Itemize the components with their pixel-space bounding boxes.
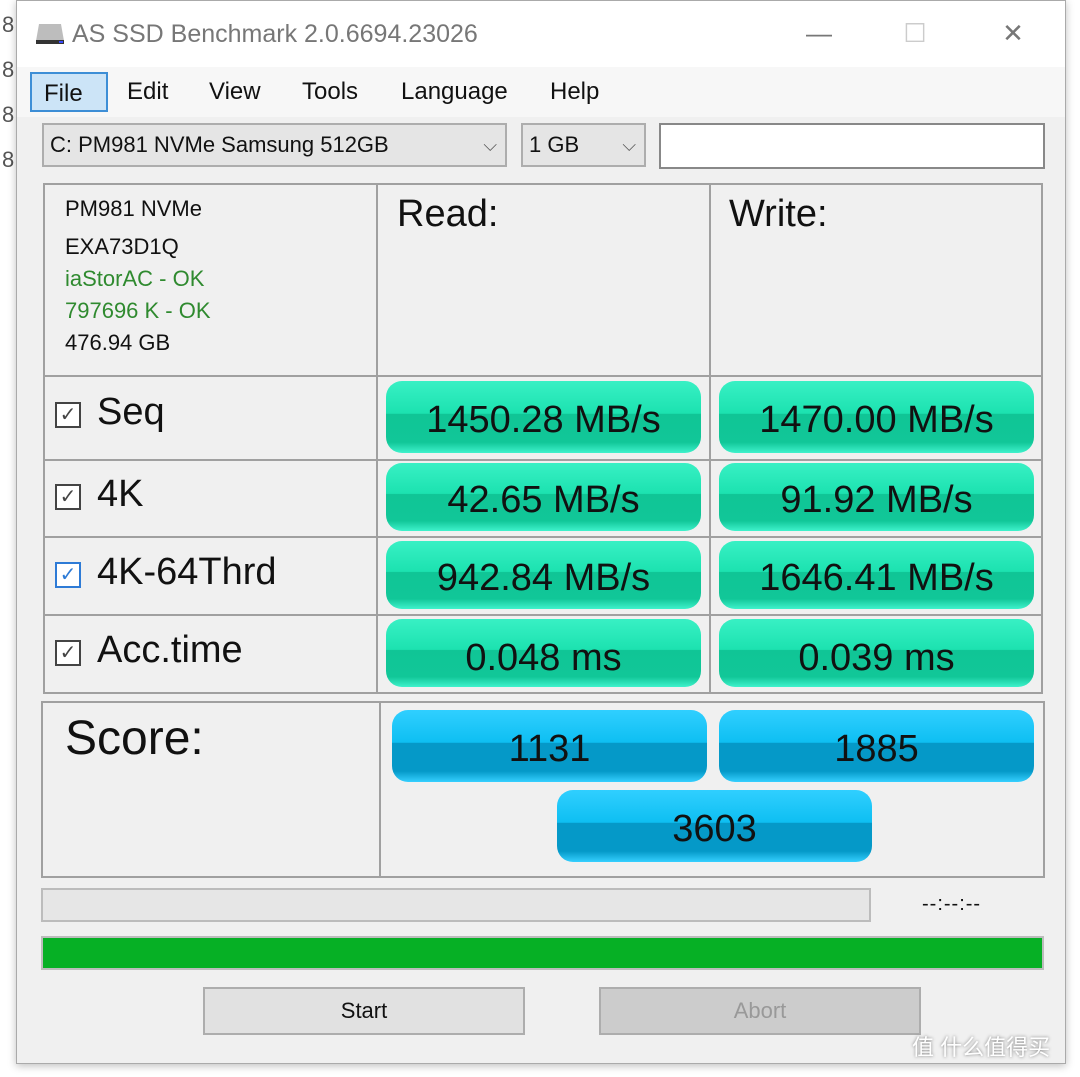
grid-border: [43, 614, 1043, 616]
menu-help[interactable]: Help: [538, 72, 611, 112]
grid-border: [43, 375, 1043, 377]
check-icon: ✓: [59, 486, 77, 508]
write-column-header: Write:: [729, 193, 828, 235]
seq-label: Seq: [97, 391, 165, 433]
grid-border: [43, 183, 45, 694]
abort-button[interactable]: Abort: [599, 987, 921, 1035]
score-border: [379, 701, 381, 878]
test-size-select[interactable]: 1 GB ⌵: [521, 123, 646, 167]
score-border: [1043, 701, 1045, 878]
alignment-status: 797696 K - OK: [65, 298, 211, 323]
bg-digit: 8: [2, 147, 15, 172]
elapsed-time: --:--:--: [922, 893, 982, 915]
seq-write-result: 1470.00 MB/s: [719, 381, 1034, 453]
overall-progress-fill: [43, 938, 1042, 968]
app-window: AS SSD Benchmark 2.0.6694.23026 — ☐ ✕ Fi…: [16, 0, 1066, 1064]
menu-file[interactable]: File: [30, 72, 108, 112]
overall-progress-bar: [41, 936, 1044, 970]
4k-checkbox[interactable]: ✓: [55, 484, 81, 510]
window-title: AS SSD Benchmark 2.0.6694.23026: [72, 20, 478, 48]
check-icon: ✓: [59, 642, 77, 664]
chevron-down-icon: ⌵: [483, 135, 497, 155]
read-score: 1131: [392, 710, 707, 782]
bg-digit: 8: [2, 102, 15, 127]
acc-time-read-result: 0.048 ms: [386, 619, 701, 687]
menu-language[interactable]: Language: [389, 72, 520, 112]
grid-border: [43, 459, 1043, 461]
grid-border: [709, 183, 711, 694]
menu-bar: File Edit View Tools Language Help: [17, 67, 1065, 117]
4k-64thrd-checkbox[interactable]: ✓: [55, 562, 81, 588]
menu-view[interactable]: View: [197, 72, 273, 112]
bg-digit: 8: [2, 12, 15, 37]
4k-64thrd-label: 4K-64Thrd: [97, 551, 277, 593]
start-button[interactable]: Start: [203, 987, 525, 1035]
driver-status: iaStorAC - OK: [65, 266, 205, 291]
score-border: [41, 876, 1045, 878]
maximize-button[interactable]: ☐: [895, 15, 935, 51]
chevron-down-icon: ⌵: [622, 135, 636, 155]
drive-select[interactable]: C: PM981 NVMe Samsung 512GB ⌵: [42, 123, 507, 167]
close-button[interactable]: ✕: [993, 15, 1033, 51]
menu-tools[interactable]: Tools: [290, 72, 370, 112]
score-border: [41, 701, 43, 878]
check-icon: ✓: [59, 564, 77, 586]
grid-border: [43, 536, 1043, 538]
check-icon: ✓: [59, 404, 77, 426]
write-score: 1885: [719, 710, 1034, 782]
score-border: [41, 701, 1045, 703]
seq-read-result: 1450.28 MB/s: [386, 381, 701, 453]
grid-border: [43, 692, 1043, 694]
extra-text-field[interactable]: [659, 123, 1045, 169]
acc-time-label: Acc.time: [97, 629, 243, 671]
drive-firmware: EXA73D1Q: [65, 234, 179, 259]
bg-digit: 8: [2, 57, 15, 82]
drive-select-value: C: PM981 NVMe Samsung 512GB: [50, 132, 389, 157]
test-size-value: 1 GB: [529, 132, 580, 157]
grid-border: [1041, 183, 1043, 694]
drive-info-panel: PM981 NVMe EXA73D1Q iaStorAC - OK 797696…: [65, 193, 211, 359]
score-label: Score:: [65, 712, 204, 765]
grid-border: [43, 183, 1043, 185]
4k-label: 4K: [97, 473, 144, 515]
acc-time-checkbox[interactable]: ✓: [55, 640, 81, 666]
drive-capacity: 476.94 GB: [65, 330, 171, 355]
4k-64thrd-write-result: 1646.41 MB/s: [719, 541, 1034, 609]
drive-model: PM981 NVMe: [65, 196, 202, 221]
menu-edit[interactable]: Edit: [115, 72, 180, 112]
grid-border: [376, 183, 378, 694]
test-progress-bar: [41, 888, 871, 922]
4k-read-result: 42.65 MB/s: [386, 463, 701, 531]
total-score: 3603: [557, 790, 872, 862]
read-column-header: Read:: [397, 193, 499, 235]
4k-64thrd-read-result: 942.84 MB/s: [386, 541, 701, 609]
ssd-drive-icon: [36, 24, 64, 44]
title-bar: AS SSD Benchmark 2.0.6694.23026 — ☐ ✕: [17, 1, 1065, 67]
minimize-button[interactable]: —: [799, 15, 839, 51]
watermark: 值 什么值得买: [912, 1035, 1051, 1060]
seq-checkbox[interactable]: ✓: [55, 402, 81, 428]
acc-time-write-result: 0.039 ms: [719, 619, 1034, 687]
4k-write-result: 91.92 MB/s: [719, 463, 1034, 531]
